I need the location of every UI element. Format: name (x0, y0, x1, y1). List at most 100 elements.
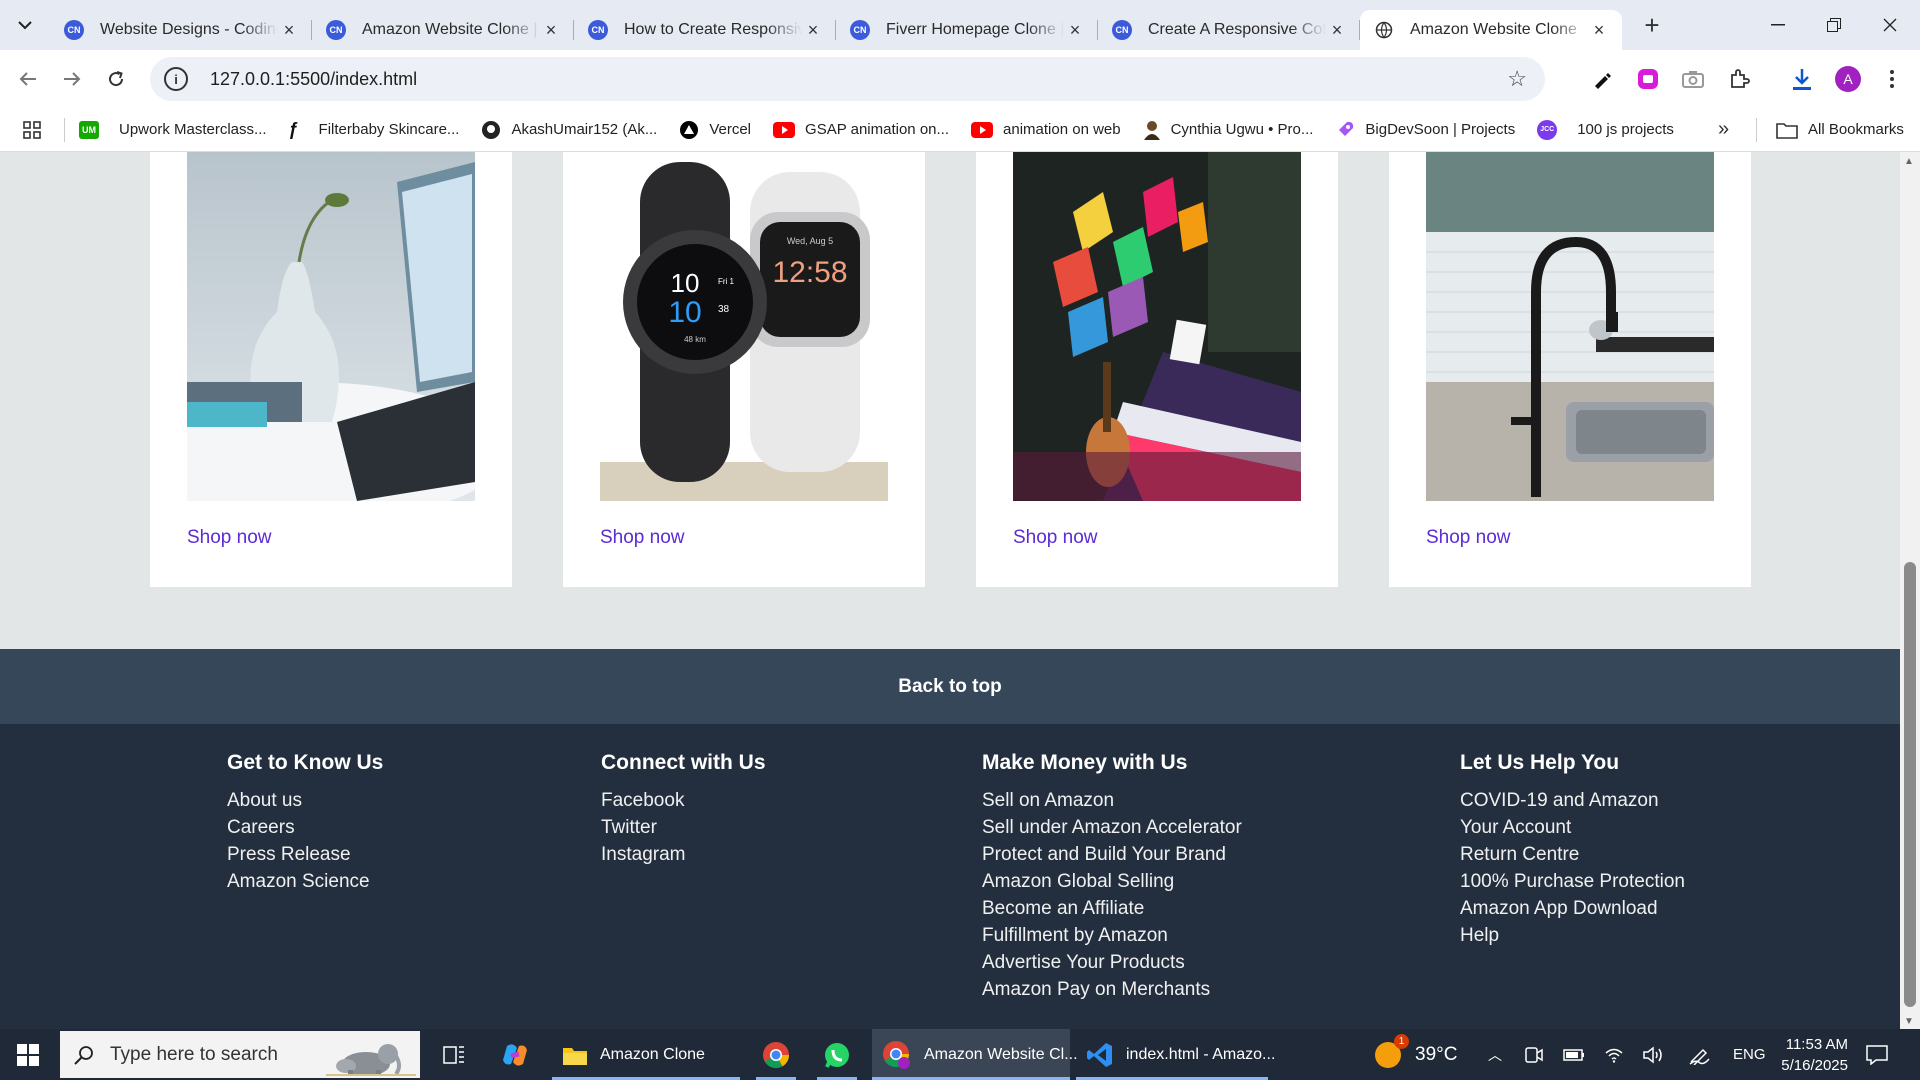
footer-link[interactable]: Protect and Build Your Brand (982, 841, 1242, 868)
taskbar-app-2[interactable] (756, 1029, 796, 1080)
tab-5[interactable]: CN Create A Responsive Coffe × (1098, 10, 1360, 50)
restore-button[interactable] (1806, 0, 1862, 50)
footer-link[interactable]: Press Release (227, 841, 383, 868)
footer-link[interactable]: Become an Affiliate (982, 895, 1242, 922)
tab-search-button[interactable] (0, 0, 50, 50)
tab-6[interactable]: Amazon Website Clone × (1360, 10, 1622, 50)
close-tab-icon[interactable]: × (1588, 20, 1610, 41)
footer-link[interactable]: Twitter (601, 814, 766, 841)
footer-link[interactable]: Return Centre (1460, 841, 1685, 868)
bookmark-6[interactable]: animation on web (971, 121, 1121, 138)
product-image[interactable] (187, 152, 475, 501)
footer-link[interactable]: Fulfillment by Amazon (982, 922, 1242, 949)
profile-avatar[interactable]: A (1833, 64, 1863, 94)
taskbar-app-5[interactable]: index.html - Amazo... (1076, 1029, 1275, 1080)
close-window-button[interactable] (1862, 0, 1918, 50)
new-tab-button[interactable]: + (1632, 5, 1672, 45)
wifi-icon[interactable] (1604, 1029, 1624, 1080)
shop-now-link[interactable]: Shop now (187, 527, 272, 549)
close-tab-icon[interactable]: × (1326, 20, 1348, 41)
tab-4[interactable]: CN Fiverr Homepage Clone | C × (836, 10, 1098, 50)
footer-link[interactable]: Sell under Amazon Accelerator (982, 814, 1242, 841)
search-icon (74, 1045, 93, 1065)
scrollbar-thumb[interactable] (1904, 562, 1916, 1007)
footer-link[interactable]: Amazon Science (227, 868, 383, 895)
bookmark-star-icon[interactable]: ☆ (1507, 66, 1527, 92)
footer-link[interactable]: Amazon Pay on Merchants (982, 976, 1242, 1003)
footer-link[interactable]: Your Account (1460, 814, 1685, 841)
tab-3[interactable]: CN How to Create Responsive × (574, 10, 836, 50)
close-tab-icon[interactable]: × (802, 20, 824, 41)
back-button[interactable] (6, 59, 50, 99)
close-icon (1883, 18, 1897, 32)
url-text[interactable]: 127.0.0.1:5500/index.html (210, 69, 417, 90)
extensions-puzzle-icon[interactable] (1724, 64, 1754, 94)
bookmark-3[interactable]: AkashUmair152 (Ak... (481, 120, 657, 140)
input-language[interactable]: ENG (1733, 1029, 1766, 1080)
tab-2[interactable]: CN Amazon Website Clone | Cc× (312, 10, 574, 50)
notifications-button[interactable] (1866, 1029, 1888, 1080)
codingnepal-favicon-icon: CN (64, 20, 84, 40)
footer-link[interactable]: COVID-19 and Amazon (1460, 787, 1685, 814)
taskbar-app-3[interactable] (817, 1029, 857, 1080)
forward-button[interactable] (50, 59, 94, 99)
bookmark-5[interactable]: GSAP animation on... (773, 121, 949, 138)
footer-link[interactable]: Facebook (601, 787, 766, 814)
windows-start-button[interactable] (17, 1044, 39, 1071)
system-clock[interactable]: 11:53 AM 5/16/2025 (1778, 1029, 1848, 1080)
browser-menu-icon[interactable] (1877, 64, 1907, 94)
show-hidden-icons-chevron-icon[interactable]: ︿ (1485, 1029, 1505, 1080)
tab-1[interactable]: CN Website Designs - CodingN × (50, 10, 312, 50)
volume-icon[interactable] (1642, 1029, 1664, 1080)
copilot-icon (503, 1043, 527, 1066)
close-tab-icon[interactable]: × (1064, 20, 1086, 41)
footer-link[interactable]: Instagram (601, 841, 766, 868)
footer-link[interactable]: Amazon Global Selling (982, 868, 1242, 895)
scroll-down-arrow-icon[interactable]: ▼ (1904, 1016, 1914, 1027)
more-bookmarks-chevron-icon[interactable]: » (1718, 118, 1729, 141)
taskbar-app-4[interactable]: Amazon Website Cl... (872, 1029, 1078, 1080)
address-bar[interactable]: i 127.0.0.1:5500/index.html ☆ (150, 57, 1545, 101)
footer-link[interactable]: Advertise Your Products (982, 949, 1242, 976)
back-to-top-button[interactable]: Back to top (0, 649, 1900, 724)
close-tab-icon[interactable]: × (278, 20, 300, 41)
downloads-icon[interactable] (1787, 64, 1817, 94)
footer-link[interactable]: Sell on Amazon (982, 787, 1242, 814)
meet-now-icon[interactable] (1525, 1029, 1543, 1080)
pen-ink-icon[interactable] (1688, 1029, 1710, 1080)
footer-link[interactable]: 100% Purchase Protection (1460, 868, 1685, 895)
footer-link[interactable]: About us (227, 787, 383, 814)
reload-button[interactable] (94, 59, 138, 99)
product-image[interactable] (1426, 152, 1714, 501)
task-view-button[interactable] (434, 1029, 474, 1080)
apps-grid-icon[interactable] (0, 120, 64, 139)
pen-extension-icon[interactable] (1587, 64, 1617, 94)
footer-link[interactable]: Amazon App Download (1460, 895, 1685, 922)
product-image[interactable]: Wed, Aug 5 12:58 10 Fri 1 10 38 48 km (600, 152, 888, 501)
taskbar-app-1[interactable]: Amazon Clone (552, 1029, 740, 1080)
footer-link[interactable]: Careers (227, 814, 383, 841)
copilot-button[interactable] (495, 1029, 535, 1080)
battery-icon[interactable] (1563, 1029, 1585, 1080)
close-tab-icon[interactable]: × (540, 20, 562, 41)
taskbar-search-box[interactable]: Type here to search (60, 1031, 420, 1078)
bookmark-8[interactable]: BigDevSoon | Projects (1335, 120, 1515, 140)
all-bookmarks-button[interactable]: All Bookmarks (1776, 121, 1904, 139)
bookmark-2[interactable]: ƒ Filterbaby Skincare... (289, 119, 460, 140)
shop-now-link[interactable]: Shop now (1013, 527, 1098, 549)
product-image[interactable] (1013, 152, 1301, 501)
bookmark-4[interactable]: Vercel (679, 120, 751, 140)
bookmark-9[interactable]: JCC 100 js projects (1537, 119, 1674, 140)
site-info-icon[interactable]: i (164, 67, 188, 91)
bookmark-1[interactable]: UM Upwork Masterclass... (79, 120, 267, 139)
screen-recorder-extension-icon[interactable] (1633, 64, 1663, 94)
weather-widget[interactable]: 1 39°C (1375, 1029, 1457, 1080)
shop-now-link[interactable]: Shop now (1426, 527, 1511, 549)
page-scrollbar[interactable]: ▲ ▼ (1900, 152, 1920, 1029)
footer-link[interactable]: Help (1460, 922, 1685, 949)
shop-now-link[interactable]: Shop now (600, 527, 685, 549)
bookmark-7[interactable]: Cynthia Ugwu • Pro... (1143, 120, 1313, 140)
scroll-up-arrow-icon[interactable]: ▲ (1904, 156, 1914, 167)
camera-extension-icon[interactable] (1678, 64, 1708, 94)
minimize-button[interactable] (1750, 0, 1806, 50)
